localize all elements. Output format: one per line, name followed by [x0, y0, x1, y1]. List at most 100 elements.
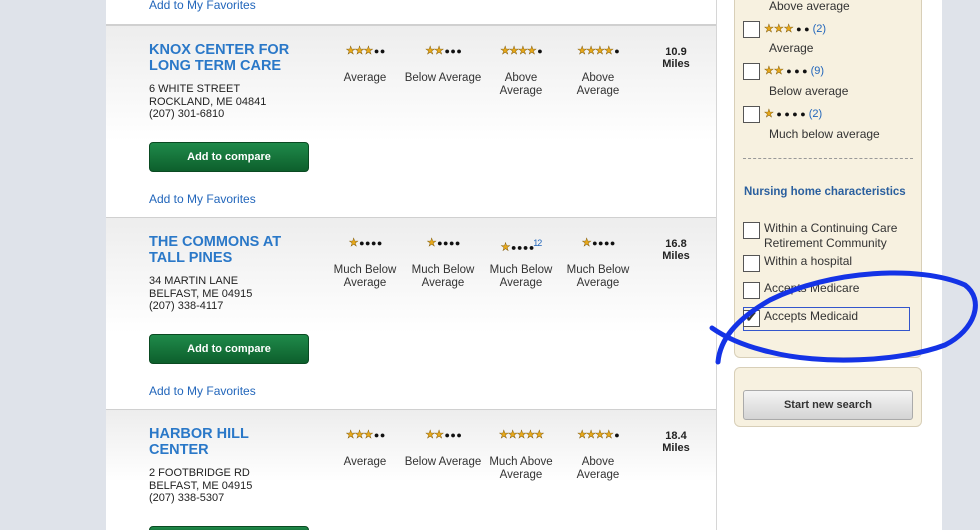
star-icon: ★	[534, 429, 544, 441]
filter-count[interactable]: (2)	[813, 23, 826, 35]
star-icon: ★	[595, 429, 605, 441]
checkbox-icon[interactable]	[743, 21, 760, 38]
star-filter-3[interactable]: ★★★ ● ● (2)	[743, 21, 826, 38]
filter-count[interactable]: (2)	[809, 108, 822, 120]
characteristics-title: Nursing home characteristics	[744, 186, 906, 198]
dot-icon: ●	[789, 109, 798, 119]
filter-medicare[interactable]: Accepts Medicare	[743, 281, 859, 299]
result-row: KNOX CENTER FOR LONG TERM CARE 6 WHITE S…	[106, 25, 716, 218]
star-rating: ★★★ ● ●	[325, 428, 405, 442]
star-icon: ★	[507, 429, 517, 441]
name-line: TALL PINES	[149, 250, 233, 266]
star-icon: ★	[764, 108, 774, 120]
add-to-favorites-link[interactable]: Add to My Favorites	[149, 192, 256, 206]
star-filter-1[interactable]: ★ ● ● ● ● (2)	[743, 106, 822, 123]
search-actions: Start new search	[734, 367, 922, 427]
checkbox-icon[interactable]	[743, 63, 760, 80]
add-to-compare-button[interactable]: Add to compare	[149, 142, 309, 172]
star-rating: ★ ● ● ● ●	[403, 236, 483, 250]
distance-value: 10.9	[665, 46, 687, 58]
facility-name-link[interactable]: THE COMMONS AT TALL PINES	[149, 234, 319, 266]
name-line: CENTER	[149, 442, 209, 458]
phone: (207) 301-6810	[149, 108, 225, 120]
staffing-rating: ★ ● ● ● ●12 Much Below Average	[481, 236, 561, 290]
star-icon: ★	[595, 45, 605, 57]
facility-name-link[interactable]: KNOX CENTER FOR LONG TERM CARE	[149, 42, 319, 74]
star-icon: ★	[345, 45, 356, 57]
star-rating: ★★★ ● ● (2)	[764, 21, 826, 37]
street: 34 MARTIN LANE	[149, 275, 239, 287]
distance-value: 16.8	[665, 238, 687, 250]
filter-count[interactable]: (9)	[811, 65, 824, 77]
distance: 16.8 Miles	[646, 238, 706, 262]
star-rating: ★★★ ● ●	[325, 44, 405, 58]
facility-name-link[interactable]: HARBOR HILL CENTER	[149, 426, 319, 458]
star-filter-2[interactable]: ★★ ● ● ● (9)	[743, 63, 824, 80]
city: BELFAST, ME 04915	[149, 479, 253, 492]
star-icon: ★	[426, 237, 436, 249]
distance-value: 18.4	[665, 430, 687, 442]
dot-icon: ●	[378, 46, 385, 56]
star-rating: ★★ ● ● ●	[403, 428, 483, 442]
divider	[743, 158, 913, 159]
distance-unit: Miles	[662, 250, 690, 262]
checkbox-icon[interactable]	[743, 222, 760, 239]
distance: 10.9 Miles	[646, 46, 706, 70]
filter-hospital[interactable]: Within a hospital	[743, 254, 852, 272]
star-rating: ★ ● ● ● ● (2)	[764, 106, 822, 122]
star-icon: ★	[509, 45, 519, 57]
checkbox-icon[interactable]	[743, 255, 760, 272]
checkbox-icon[interactable]	[743, 282, 760, 299]
add-to-favorites-link[interactable]: Add to My Favorites	[149, 0, 256, 12]
rating-label: Above Average	[576, 72, 620, 97]
filter-ccrc[interactable]: Within a Continuing Care Retirement Comm…	[743, 221, 897, 251]
star-icon: ★	[603, 429, 614, 441]
add-to-favorites-link[interactable]: Add to My Favorites	[149, 384, 256, 398]
page: Add to My Favorites KNOX CENTER FOR LONG…	[106, 0, 942, 530]
rating-label: Below Average	[404, 72, 482, 84]
star-icon: ★	[764, 23, 774, 35]
star-icon: ★	[586, 45, 596, 57]
star-icon: ★	[764, 65, 774, 77]
filter-medicaid[interactable]: Accepts Medicaid	[743, 308, 858, 327]
dot-icon: ●	[608, 238, 615, 248]
result-row: THE COMMONS AT TALL PINES 34 MARTIN LANE…	[106, 217, 716, 410]
dot-icon: ●	[375, 238, 382, 248]
checkmark-icon[interactable]	[743, 308, 760, 327]
star-rating: ★ ● ● ● ●	[558, 236, 638, 250]
street: 2 FOOTBRIDGE RD	[149, 467, 250, 479]
name-line: HARBOR HILL	[149, 426, 249, 442]
dot-icon: ●	[378, 430, 385, 440]
star-icon: ★	[425, 45, 435, 57]
staffing-rating: ★★★★ ● Above Average	[481, 44, 561, 98]
dot-icon: ●	[454, 46, 461, 56]
footnote-link[interactable]: 12	[533, 238, 542, 248]
star-icon: ★	[525, 429, 535, 441]
star-icon: ★	[581, 237, 591, 249]
city: BELFAST, ME 04915	[149, 287, 253, 300]
checkbox-icon[interactable]	[743, 106, 760, 123]
add-to-compare-button[interactable]	[149, 526, 309, 530]
star-rating: ★★★★ ●	[558, 428, 638, 442]
rating-label: Above Average	[499, 72, 543, 97]
filter-label: Accepts Medicare	[764, 281, 860, 295]
quality-rating: ★ ● ● ● ● Much Below Average	[558, 236, 638, 290]
filter-label: Much below average	[769, 127, 880, 141]
star-icon: ★	[434, 429, 444, 441]
filter-stars: ★★★ ● ●	[764, 23, 810, 35]
star-rating: ★★ ● ● ● (9)	[764, 63, 824, 79]
city: ROCKLAND, ME 04841	[149, 95, 267, 108]
name-line: LONG TERM CARE	[149, 58, 282, 74]
add-to-compare-button[interactable]: Add to compare	[149, 334, 309, 364]
rating-label: Average	[343, 72, 387, 84]
dot-icon: ●	[773, 109, 782, 119]
quality-rating: ★★★★ ● Above Average	[558, 44, 638, 98]
start-new-search-button[interactable]: Start new search	[743, 390, 913, 420]
distance-unit: Miles	[662, 58, 690, 70]
dot-icon: ●	[783, 66, 792, 76]
rating-label: Below Average	[404, 456, 482, 468]
quality-rating: ★★★★ ● Above Average	[558, 428, 638, 482]
phone: (207) 338-4117	[149, 300, 224, 312]
filter-label: Below average	[769, 84, 849, 98]
star-icon: ★	[500, 45, 510, 57]
